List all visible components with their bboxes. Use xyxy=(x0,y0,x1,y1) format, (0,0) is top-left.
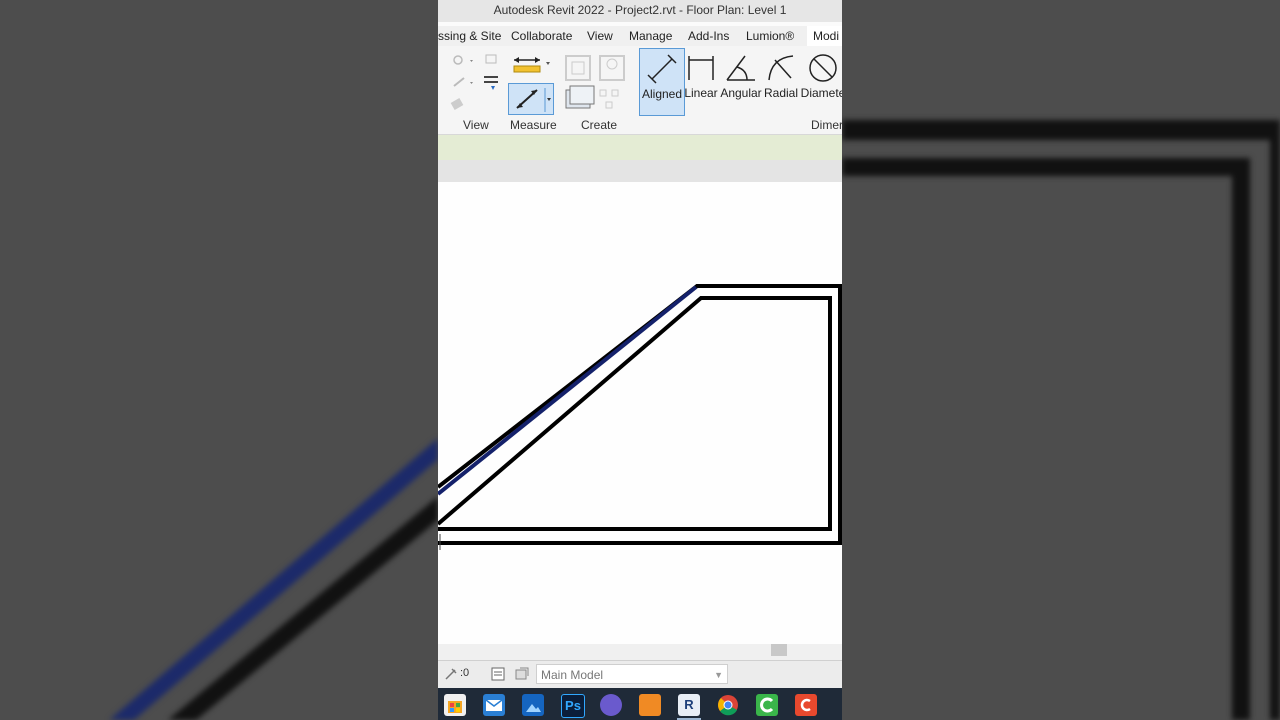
diameter-dimension-button[interactable]: Diamete xyxy=(801,48,842,114)
workset-icon[interactable] xyxy=(444,667,458,681)
chevron-down-icon: ▼ xyxy=(714,670,723,680)
linear-dimension-button[interactable]: Linear xyxy=(679,48,723,114)
linear-dimension-icon xyxy=(688,56,714,80)
revit-icon[interactable]: R xyxy=(678,694,700,716)
tab-collaborate[interactable]: Collaborate xyxy=(511,26,572,46)
diameter-label: Diamete xyxy=(800,86,842,100)
view-tools-icons[interactable] xyxy=(448,52,504,112)
measure-between-icon[interactable] xyxy=(510,54,554,78)
taskbar: Ps R xyxy=(438,688,842,720)
diameter-dimension-icon xyxy=(809,54,837,82)
horizontal-scrollbar[interactable] xyxy=(438,644,842,660)
angular-dimension-icon xyxy=(726,55,755,81)
photoshop-icon[interactable]: Ps xyxy=(561,694,585,718)
scroll-thumb[interactable] xyxy=(771,644,787,656)
chrome-icon[interactable] xyxy=(717,694,739,716)
revit-window: Autodesk Revit 2022 - Project2.rvt - Flo… xyxy=(438,0,842,720)
measure-button[interactable] xyxy=(508,83,554,115)
ribbon: Aligned Linear Angular Radial Diamete Vi… xyxy=(438,46,842,134)
active-model-value: Main Model xyxy=(541,668,604,682)
create-tools-icons[interactable] xyxy=(562,52,630,114)
app-icon[interactable] xyxy=(795,694,817,716)
browser-icon[interactable] xyxy=(600,694,622,716)
radial-dimension-button[interactable]: Radial xyxy=(759,48,803,114)
mail-icon[interactable] xyxy=(483,694,505,716)
panel-label-create: Create xyxy=(581,118,618,132)
ribbon-tabs: ssing & Site Collaborate View Manage Add… xyxy=(438,26,842,46)
blurred-background-right xyxy=(842,0,1280,720)
tab-lumion[interactable]: Lumion® xyxy=(746,26,794,46)
camtasia-icon[interactable] xyxy=(756,694,778,716)
outer-wall-bottom[interactable] xyxy=(438,286,842,545)
photos-icon[interactable] xyxy=(522,694,544,716)
panel-label-dimension: Dimer xyxy=(811,118,842,132)
title-bar: Autodesk Revit 2022 - Project2.rvt - Flo… xyxy=(438,0,842,22)
selected-wall-edge[interactable] xyxy=(438,285,698,496)
tab-manage[interactable]: Manage xyxy=(629,26,672,46)
drawing-canvas[interactable] xyxy=(438,182,842,644)
view-header xyxy=(438,160,842,182)
status-bar: :0 Main Model ▼ xyxy=(438,660,842,689)
selection-counter: :0 xyxy=(460,667,470,679)
design-options-icon[interactable] xyxy=(514,666,530,682)
wall-drawing[interactable] xyxy=(438,182,842,644)
options-bar xyxy=(438,134,842,161)
angular-dimension-button[interactable]: Angular xyxy=(719,48,763,114)
panel-label-view: View xyxy=(463,118,489,132)
panel-label-measure: Measure xyxy=(510,118,557,132)
tab-view[interactable]: View xyxy=(587,26,613,46)
media-icon[interactable] xyxy=(639,694,661,716)
tab-modify[interactable]: Modi xyxy=(807,26,842,46)
tab-massing-site[interactable]: ssing & Site xyxy=(438,26,501,46)
measure-aligned-icon xyxy=(516,88,551,112)
aligned-dimension-icon xyxy=(647,54,677,84)
outer-wall-line[interactable] xyxy=(438,284,842,489)
store-icon[interactable] xyxy=(444,694,466,716)
tab-add-ins[interactable]: Add-Ins xyxy=(688,26,729,46)
blurred-background-left xyxy=(0,0,438,720)
active-model-select[interactable]: Main Model ▼ xyxy=(536,664,728,684)
editable-only-icon[interactable] xyxy=(490,666,506,682)
radial-dimension-icon xyxy=(768,55,794,81)
